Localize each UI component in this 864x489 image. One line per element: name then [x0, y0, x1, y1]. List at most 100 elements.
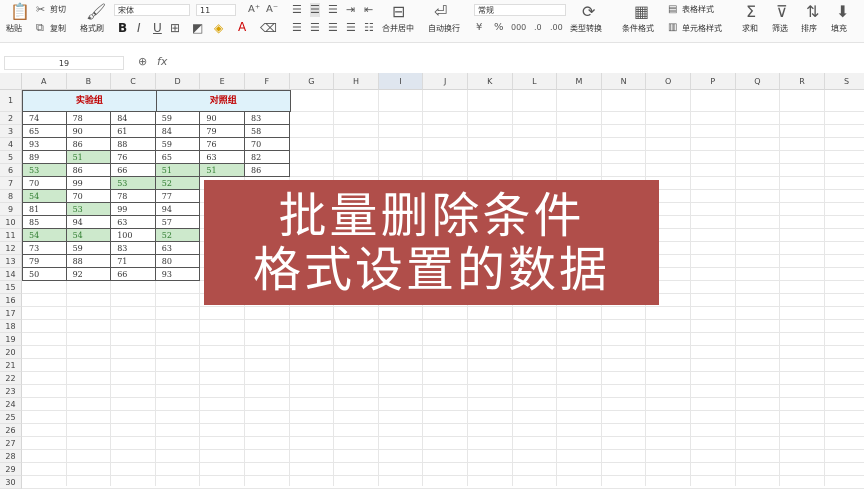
column-header-B[interactable]: B	[66, 73, 112, 90]
table-cell[interactable]: 57	[155, 216, 201, 229]
font-color-icon[interactable]: A	[238, 20, 246, 34]
filter-icon[interactable]: ⊽	[776, 3, 788, 21]
row-header-12[interactable]: 12	[0, 242, 22, 255]
table-cell[interactable]: 83	[245, 112, 290, 125]
wrap-text-button[interactable]: 自动换行	[428, 24, 460, 34]
table-cell[interactable]: 93	[22, 138, 67, 151]
cell-style-icon[interactable]: ◩	[192, 21, 203, 35]
table-cell[interactable]: 76	[111, 151, 156, 164]
column-header-I[interactable]: I	[378, 73, 424, 90]
row-header-30[interactable]: 30	[0, 476, 22, 489]
table-cell[interactable]: 59	[66, 242, 112, 255]
control-group-header[interactable]: 对照组	[155, 90, 291, 112]
row-header-3[interactable]: 3	[0, 125, 22, 138]
indent-icon[interactable]: ⇥	[346, 3, 355, 17]
table-cell[interactable]: 51	[155, 164, 201, 177]
number-format-select[interactable]: 常规	[474, 4, 566, 16]
row-header-1[interactable]: 1	[0, 90, 22, 112]
name-box[interactable]: 19	[4, 56, 124, 70]
table-style-button[interactable]: 表格样式	[682, 5, 714, 15]
type-convert-button[interactable]: 类型转换	[570, 24, 602, 34]
table-cell[interactable]: 85	[22, 216, 67, 229]
row-header-16[interactable]: 16	[0, 294, 22, 307]
table-cell[interactable]: 71	[111, 255, 156, 268]
table-cell[interactable]: 54	[22, 229, 67, 242]
table-cell[interactable]: 83	[111, 242, 156, 255]
column-header-M[interactable]: M	[557, 73, 602, 90]
row-header-5[interactable]: 5	[0, 151, 22, 164]
table-cell[interactable]: 53	[111, 177, 156, 190]
column-header-H[interactable]: H	[334, 73, 379, 90]
scissors-icon[interactable]: ✂	[36, 3, 45, 17]
row-header-17[interactable]: 17	[0, 307, 22, 320]
conditional-format-icon[interactable]: ▦	[634, 3, 649, 21]
font-name-select[interactable]: 宋体	[114, 4, 190, 16]
column-header-J[interactable]: J	[423, 73, 468, 90]
table-cell[interactable]: 93	[155, 268, 201, 281]
wrap-text-icon[interactable]: ⏎	[434, 3, 447, 21]
sum-button[interactable]: 求和	[742, 24, 758, 34]
cell-style-button[interactable]: 单元格样式	[682, 24, 722, 34]
row-header-24[interactable]: 24	[0, 398, 22, 411]
row-header-18[interactable]: 18	[0, 320, 22, 333]
format-painter-icon[interactable]: 🖌	[86, 3, 106, 21]
table-cell[interactable]: 100	[111, 229, 156, 242]
table-cell[interactable]: 92	[66, 268, 112, 281]
column-header-Q[interactable]: Q	[735, 73, 781, 90]
underline-icon[interactable]: U	[153, 21, 162, 35]
table-cell[interactable]: 90	[66, 125, 112, 138]
column-header-G[interactable]: G	[289, 73, 335, 90]
column-header-F[interactable]: F	[245, 73, 290, 90]
table-cell[interactable]: 88	[66, 255, 112, 268]
table-cell[interactable]: 63	[200, 151, 245, 164]
table-cell[interactable]: 82	[245, 151, 290, 164]
zoom-icon[interactable]: ⊕	[138, 55, 147, 68]
distribute-icon[interactable]: ☷	[364, 21, 374, 35]
thousands-icon[interactable]: 000	[511, 21, 526, 35]
align-middle-icon[interactable]: ☰	[310, 3, 320, 17]
fill-icon[interactable]: ⬇	[836, 3, 849, 21]
fill-button[interactable]: 填充	[831, 24, 847, 34]
table-cell[interactable]: 52	[155, 177, 201, 190]
row-header-8[interactable]: 8	[0, 190, 22, 203]
table-cell[interactable]: 61	[111, 125, 156, 138]
eraser-icon[interactable]: ⌫	[260, 21, 277, 35]
table-cell[interactable]: 54	[66, 229, 112, 242]
sum-icon[interactable]: Σ	[746, 3, 756, 21]
merge-center-button[interactable]: 合并居中	[382, 24, 414, 34]
align-left-icon[interactable]: ☰	[292, 21, 302, 35]
table-cell[interactable]: 70	[245, 138, 290, 151]
row-header-28[interactable]: 28	[0, 450, 22, 463]
row-header-20[interactable]: 20	[0, 346, 22, 359]
row-header-27[interactable]: 27	[0, 437, 22, 450]
outdent-icon[interactable]: ⇤	[364, 3, 373, 17]
table-cell[interactable]: 53	[66, 203, 112, 216]
table-cell[interactable]: 89	[22, 151, 67, 164]
increase-decimal-icon[interactable]: .0	[534, 21, 542, 35]
column-header-C[interactable]: C	[111, 73, 156, 90]
row-header-11[interactable]: 11	[0, 229, 22, 242]
row-header-14[interactable]: 14	[0, 268, 22, 281]
table-cell[interactable]: 88	[111, 138, 156, 151]
increase-font-icon[interactable]: A⁺	[248, 3, 260, 17]
row-header-10[interactable]: 10	[0, 216, 22, 229]
percent-icon[interactable]: %	[494, 21, 504, 35]
column-header-R[interactable]: R	[780, 73, 825, 90]
table-cell[interactable]: 54	[22, 190, 67, 203]
table-cell[interactable]: 86	[66, 138, 112, 151]
row-header-23[interactable]: 23	[0, 385, 22, 398]
column-header-O[interactable]: O	[646, 73, 691, 90]
row-header-22[interactable]: 22	[0, 372, 22, 385]
row-header-26[interactable]: 26	[0, 424, 22, 437]
align-top-icon[interactable]: ☰	[292, 3, 302, 17]
table-cell[interactable]: 84	[111, 112, 156, 125]
row-header-7[interactable]: 7	[0, 177, 22, 190]
row-header-25[interactable]: 25	[0, 411, 22, 424]
table-cell[interactable]: 70	[66, 190, 112, 203]
copy-button[interactable]: 复制	[50, 24, 66, 34]
table-cell[interactable]: 74	[22, 112, 67, 125]
paste-icon[interactable]: 📋	[10, 3, 30, 21]
row-header-6[interactable]: 6	[0, 164, 22, 177]
column-header-L[interactable]: L	[512, 73, 558, 90]
filter-button[interactable]: 筛选	[772, 24, 788, 34]
